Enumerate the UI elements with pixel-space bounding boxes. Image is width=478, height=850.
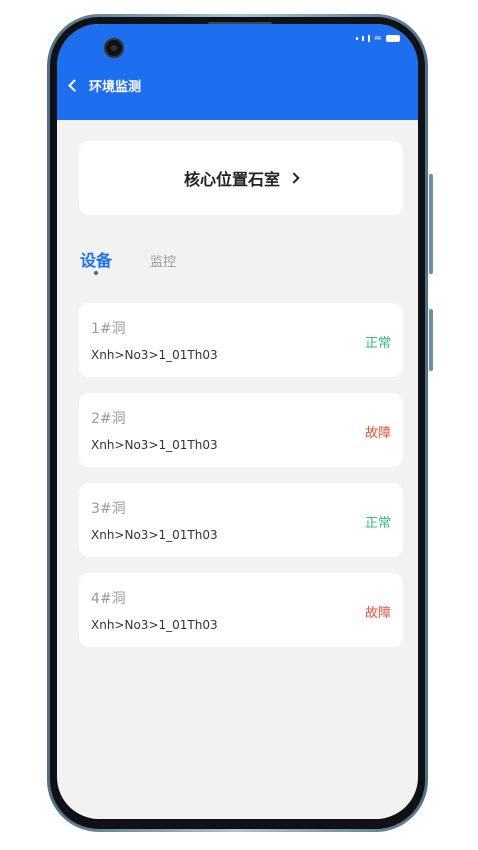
wifi-icon: ≈ [373, 33, 382, 44]
location-selector[interactable]: 核心位置石室 [79, 141, 403, 215]
nav-back[interactable]: 环境监测 [66, 76, 141, 95]
device-card[interactable]: 1#洞 Xnh>No3>1_01Th03 正常 [79, 303, 403, 377]
tab-label: 监控 [150, 255, 177, 270]
tab-bar: 设备 监控 [80, 247, 176, 275]
tab-monitor[interactable]: 监控 [150, 251, 176, 270]
device-card[interactable]: 2#洞 Xnh>No3>1_01Th03 故障 [79, 393, 403, 467]
chevron-right-icon [288, 172, 300, 184]
device-path: Xnh>No3>1_01Th03 [91, 438, 218, 452]
page-title: 环境监测 [89, 80, 142, 95]
signal-icon [355, 37, 358, 40]
device-name: 4#洞 [91, 591, 126, 607]
app-header: ≈ 环境监测 [57, 24, 418, 120]
status-icons: ≈ [355, 33, 400, 44]
power-button [429, 309, 433, 371]
battery-icon [386, 35, 400, 42]
tab-devices[interactable]: 设备 [80, 247, 113, 275]
device-name: 1#洞 [91, 321, 126, 337]
status-badge: 故障 [364, 426, 391, 441]
device-name: 3#洞 [91, 501, 126, 517]
device-list: 1#洞 Xnh>No3>1_01Th03 正常 2#洞 Xnh>No3>1_01… [79, 303, 403, 663]
device-card[interactable]: 4#洞 Xnh>No3>1_01Th03 故障 [79, 573, 403, 647]
signal-icon [367, 35, 370, 42]
device-name: 2#洞 [91, 411, 126, 427]
device-path: Xnh>No3>1_01Th03 [91, 618, 218, 632]
front-camera [104, 38, 124, 58]
signal-icon [361, 36, 364, 41]
chevron-left-icon[interactable] [68, 79, 81, 92]
device-path: Xnh>No3>1_01Th03 [91, 528, 218, 542]
phone-bezel: ≈ 环境监测 核心位置石室 设备 监控 1#洞 Xnh>No3>1_01Th03… [50, 17, 425, 829]
device-path: Xnh>No3>1_01Th03 [91, 348, 218, 362]
tab-label: 设备 [80, 251, 113, 270]
status-badge: 正常 [364, 336, 391, 351]
location-label: 核心位置石室 [183, 170, 280, 189]
screen: ≈ 环境监测 核心位置石室 设备 监控 1#洞 Xnh>No3>1_01Th03… [57, 24, 418, 819]
device-card[interactable]: 3#洞 Xnh>No3>1_01Th03 正常 [79, 483, 403, 557]
tab-indicator [94, 271, 98, 275]
status-badge: 故障 [364, 606, 391, 621]
status-badge: 正常 [364, 516, 391, 531]
phone-frame: ≈ 环境监测 核心位置石室 设备 监控 1#洞 Xnh>No3>1_01Th03… [47, 14, 433, 832]
volume-button [429, 174, 433, 274]
